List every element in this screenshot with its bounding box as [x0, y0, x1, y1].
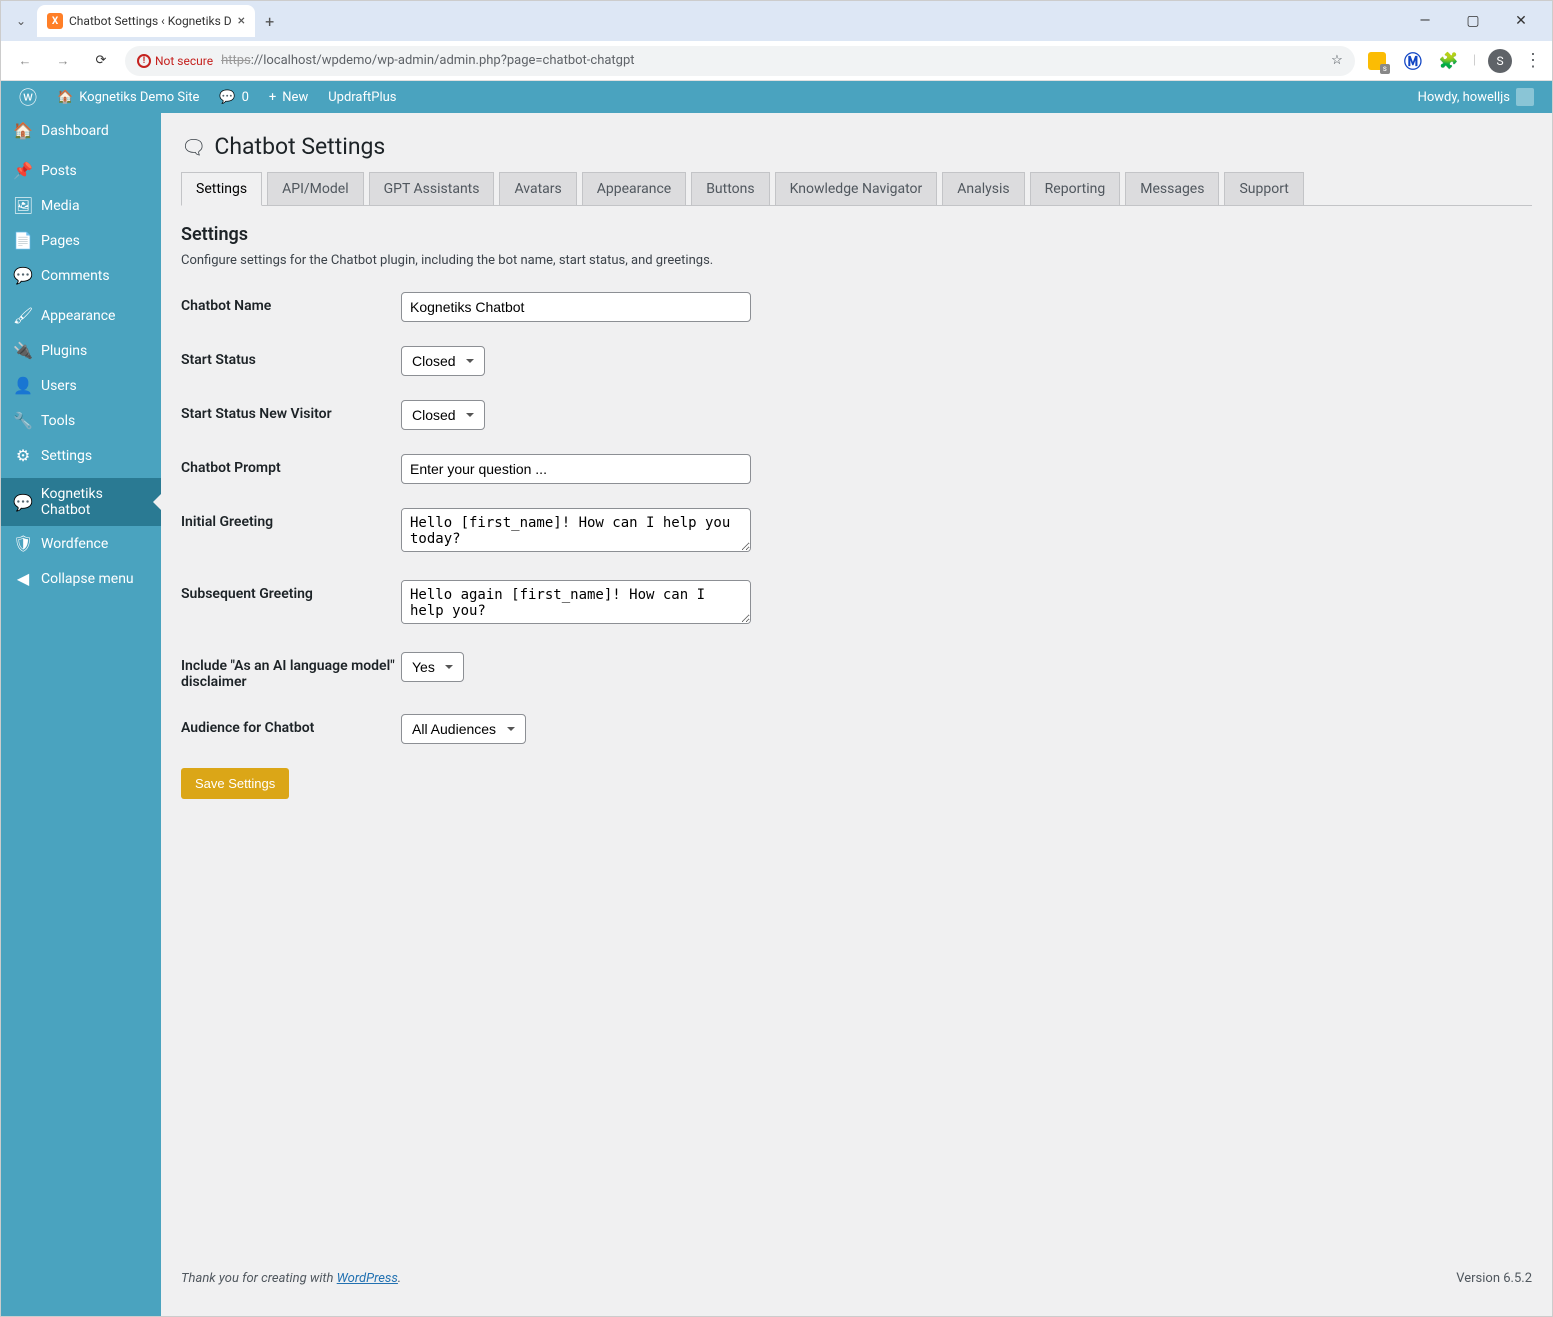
extensions-icon[interactable]: 🧩 — [1437, 49, 1461, 73]
label-chatbot-prompt: Chatbot Prompt — [181, 454, 401, 484]
browser-titlebar: ⌄ X Chatbot Settings ‹ Kognetiks D × + —… — [1, 1, 1552, 41]
tab-title: Chatbot Settings ‹ Kognetiks D — [69, 14, 232, 28]
tab-settings[interactable]: Settings — [181, 172, 262, 206]
pages-icon: 📄 — [13, 231, 33, 250]
howdy-link[interactable]: Howdy, howelljs — [1408, 88, 1544, 106]
appearance-icon: 🖌 — [13, 306, 33, 325]
users-icon: 👤 — [13, 376, 33, 395]
footer: Thank you for creating with WordPress. V… — [181, 1251, 1532, 1296]
wp-adminbar: ⓦ 🏠 Kognetiks Demo Site 💬 0 + New Updraf… — [1, 81, 1552, 113]
version-text: Version 6.5.2 — [1456, 1271, 1532, 1286]
plugins-icon: 🔌 — [13, 341, 33, 360]
tab-appearance[interactable]: Appearance — [582, 172, 686, 206]
new-content-link[interactable]: + New — [259, 81, 318, 113]
tab-dropdown-icon[interactable]: ⌄ — [9, 9, 33, 33]
sidebar-item-appearance[interactable]: 🖌Appearance — [1, 298, 161, 333]
tools-icon: 🔧 — [13, 411, 33, 430]
forward-button[interactable]: → — [49, 47, 77, 75]
settings-tabs: Settings API/Model GPT Assistants Avatar… — [181, 172, 1532, 206]
sidebar-item-posts[interactable]: 📌Posts — [1, 153, 161, 188]
select-start-status-new[interactable]: Closed — [401, 400, 485, 430]
section-desc: Configure settings for the Chatbot plugi… — [181, 253, 1532, 268]
label-start-status: Start Status — [181, 346, 401, 376]
address-bar: ← → ⟳ ! Not secure https://localhost/wpd… — [1, 41, 1552, 81]
url-text: https://localhost/wpdemo/wp-admin/admin.… — [221, 53, 634, 68]
section-title: Settings — [181, 224, 1532, 245]
back-button[interactable]: ← — [11, 47, 39, 75]
wp-logo-button[interactable]: ⓦ — [9, 81, 47, 113]
comments-link[interactable]: 💬 0 — [209, 81, 259, 113]
dashboard-icon: 🏠 — [13, 121, 33, 140]
url-input[interactable]: ! Not secure https://localhost/wpdemo/wp… — [125, 46, 1355, 76]
tab-reporting[interactable]: Reporting — [1030, 172, 1121, 206]
tab-messages[interactable]: Messages — [1125, 172, 1219, 206]
page-title-icon: 🗨 — [181, 135, 206, 159]
updraft-link[interactable]: UpdraftPlus — [318, 81, 406, 113]
extension-icon-1[interactable] — [1365, 49, 1389, 73]
collapse-icon: ◀ — [13, 569, 33, 588]
wordpress-link[interactable]: WordPress — [337, 1271, 398, 1286]
textarea-subsequent-greeting[interactable]: Hello again [first_name]! How can I help… — [401, 580, 751, 624]
comments-icon: 💬 — [13, 266, 33, 285]
minimize-button[interactable]: — — [1410, 6, 1440, 36]
tab-buttons[interactable]: Buttons — [691, 172, 769, 206]
sidebar-item-plugins[interactable]: 🔌Plugins — [1, 333, 161, 368]
reload-button[interactable]: ⟳ — [87, 47, 115, 75]
wordfence-icon: 🛡 — [13, 534, 33, 553]
browser-menu-icon[interactable]: ⋮ — [1524, 50, 1542, 71]
save-button[interactable]: Save Settings — [181, 768, 289, 799]
sidebar-item-collapse[interactable]: ◀Collapse menu — [1, 561, 161, 596]
posts-icon: 📌 — [13, 161, 33, 180]
tab-support[interactable]: Support — [1224, 172, 1303, 206]
sidebar-item-comments[interactable]: 💬Comments — [1, 258, 161, 293]
profile-button[interactable]: S — [1488, 49, 1512, 73]
tab-api-model[interactable]: API/Model — [267, 172, 363, 206]
site-name-link[interactable]: 🏠 Kognetiks Demo Site — [47, 81, 209, 113]
extension-icon-2[interactable]: Ⓜ — [1401, 49, 1425, 73]
sidebar-item-wordfence[interactable]: 🛡Wordfence — [1, 526, 161, 561]
not-secure-badge[interactable]: ! Not secure — [137, 54, 213, 68]
sidebar-item-dashboard[interactable]: 🏠Dashboard — [1, 113, 161, 148]
main-content: 🗨 Chatbot Settings Settings API/Model GP… — [161, 113, 1552, 1316]
close-window-button[interactable]: ✕ — [1506, 6, 1536, 36]
select-disclaimer[interactable]: Yes — [401, 652, 464, 682]
sidebar-item-media[interactable]: 🖼Media — [1, 188, 161, 223]
label-disclaimer: Include "As an AI language model" discla… — [181, 652, 401, 690]
page-title: Chatbot Settings — [214, 133, 385, 160]
tab-analysis[interactable]: Analysis — [942, 172, 1024, 206]
tab-gpt-assistants[interactable]: GPT Assistants — [369, 172, 495, 206]
textarea-initial-greeting[interactable]: Hello [first_name]! How can I help you t… — [401, 508, 751, 552]
browser-tab[interactable]: X Chatbot Settings ‹ Kognetiks D × — [37, 5, 255, 37]
new-tab-button[interactable]: + — [265, 12, 274, 31]
media-icon: 🖼 — [13, 196, 33, 215]
warning-icon: ! — [137, 54, 151, 68]
maximize-button[interactable]: ▢ — [1458, 6, 1488, 36]
sidebar-item-settings[interactable]: ⚙Settings — [1, 438, 161, 473]
close-tab-icon[interactable]: × — [238, 13, 245, 29]
sidebar-item-tools[interactable]: 🔧Tools — [1, 403, 161, 438]
avatar-icon — [1516, 88, 1534, 106]
select-start-status[interactable]: Closed — [401, 346, 485, 376]
tab-knowledge-navigator[interactable]: Knowledge Navigator — [775, 172, 938, 206]
sidebar-item-pages[interactable]: 📄Pages — [1, 223, 161, 258]
input-chatbot-prompt[interactable] — [401, 454, 751, 484]
tab-avatars[interactable]: Avatars — [499, 172, 576, 206]
label-initial-greeting: Initial Greeting — [181, 508, 401, 556]
select-audience[interactable]: All Audiences — [401, 714, 526, 744]
label-chatbot-name: Chatbot Name — [181, 292, 401, 322]
chatbot-icon: 💬 — [13, 493, 33, 512]
admin-sidebar: 🏠Dashboard 📌Posts 🖼Media 📄Pages 💬Comment… — [1, 113, 161, 1316]
label-audience: Audience for Chatbot — [181, 714, 401, 744]
tab-favicon-icon: X — [47, 13, 63, 29]
settings-icon: ⚙ — [13, 446, 33, 465]
input-chatbot-name[interactable] — [401, 292, 751, 322]
sidebar-item-users[interactable]: 👤Users — [1, 368, 161, 403]
label-start-status-new: Start Status New Visitor — [181, 400, 401, 430]
label-subsequent-greeting: Subsequent Greeting — [181, 580, 401, 628]
bookmark-icon[interactable]: ☆ — [1331, 53, 1343, 68]
sidebar-item-kognetiks-chatbot[interactable]: 💬Kognetiks Chatbot — [1, 478, 161, 526]
